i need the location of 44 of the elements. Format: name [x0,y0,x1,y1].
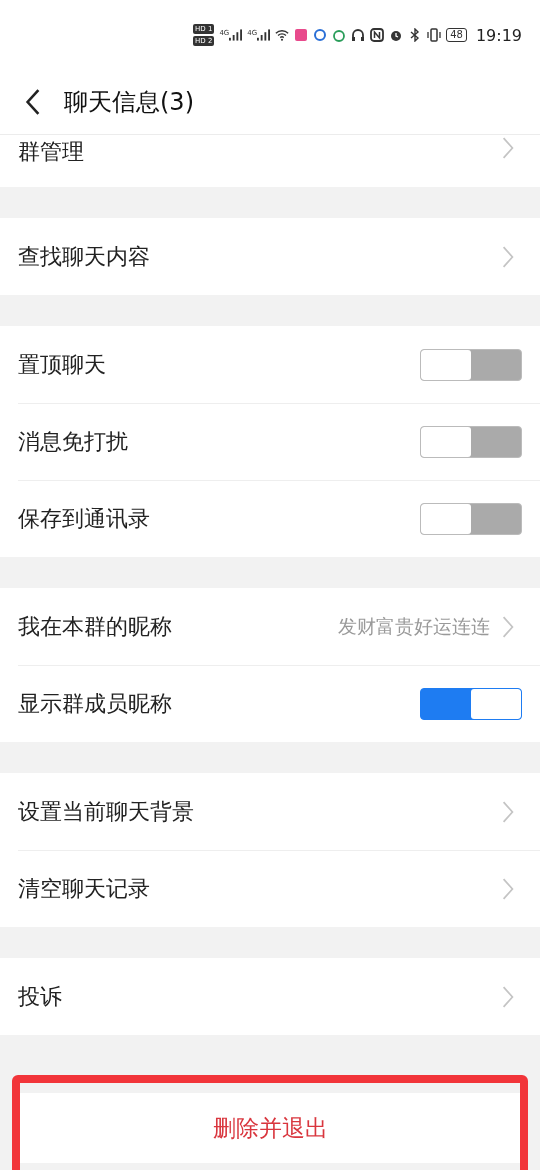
settings-row[interactable]: 置顶聊天 [0,326,540,403]
row-label: 设置当前聊天背景 [18,797,195,826]
settings-row[interactable]: 我在本群的昵称 发财富贵好运连连 [0,588,540,665]
page-title: 聊天信息(3) [64,87,194,118]
chevron-icon [502,800,514,823]
signal-icon [257,29,271,41]
app-icon [294,28,309,42]
status-time: 19:19 [475,25,522,45]
chevron-icon [502,245,514,268]
settings-row[interactable]: 消息免打扰 [0,403,540,480]
battery-icon: 48 [446,28,467,42]
wifi-icon [275,28,290,42]
headphones-icon [351,28,366,42]
row-label: 清空聊天记录 [18,874,151,903]
row-label: 我在本群的昵称 [18,612,173,641]
settings-row[interactable]: 设置当前聊天背景 [0,773,540,850]
signal-icon [229,29,243,41]
settings-row[interactable]: 投诉 [0,958,540,1035]
delete-exit-button[interactable]: 删除并退出 [20,1093,520,1163]
toggle-switch[interactable] [420,348,522,381]
settings-row[interactable]: 查找聊天内容 [0,218,540,295]
alarm-icon [389,28,404,42]
toggle-switch[interactable] [420,502,522,535]
vibrate-icon [427,28,442,42]
row-label: 消息免打扰 [18,427,129,456]
toggle-switch[interactable] [420,687,522,720]
settings-row[interactable]: 群管理 [0,135,540,187]
row-label: 保存到通讯录 [18,504,151,533]
toggle-switch[interactable] [420,425,522,458]
row-label: 群管理 [18,138,85,166]
back-icon[interactable] [24,88,42,116]
settings-row[interactable]: 保存到通讯录 [0,480,540,557]
row-label: 置顶聊天 [18,350,107,379]
chevron-icon [502,877,514,900]
nfc-icon [370,28,385,42]
settings-row[interactable]: 显示群成员昵称 [0,665,540,742]
chevron-icon [502,137,514,159]
chevron-icon [502,615,514,638]
row-value: 发财富贵好运连连 [338,613,490,639]
row-label: 显示群成员昵称 [18,689,173,718]
chevron-icon [502,985,514,1008]
row-label: 查找聊天内容 [18,242,151,271]
row-label: 投诉 [18,982,63,1011]
settings-row[interactable]: 清空聊天记录 [0,850,540,927]
